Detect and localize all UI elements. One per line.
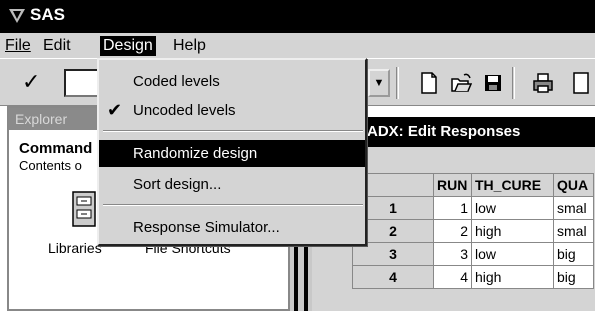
menu-item-response-simulator[interactable]: Response Simulator... — [99, 214, 365, 241]
menu-file[interactable]: File — [2, 36, 34, 56]
print-icon[interactable] — [532, 71, 554, 95]
menu-file-label: File — [5, 37, 31, 54]
th-cure-cell[interactable]: low — [471, 196, 554, 220]
menu-bar: File Edit Design Help — [0, 33, 595, 58]
open-folder-icon[interactable] — [450, 71, 472, 95]
checkmark-icon[interactable]: ✓ — [22, 69, 40, 95]
window-title: SAS — [30, 5, 65, 24]
qua-cell[interactable]: big — [553, 265, 594, 289]
menu-separator — [103, 130, 363, 132]
menu-edit[interactable]: Edit — [40, 36, 74, 56]
menu-item-label: Response Simulator... — [133, 219, 280, 236]
title-bar: SAS — [0, 0, 595, 33]
qua-cell[interactable]: big — [553, 242, 594, 266]
checkmark-icon: ✔ — [107, 100, 123, 120]
toolbar-separator — [512, 67, 515, 99]
column-header-th-cure[interactable]: TH_CURE — [471, 173, 554, 197]
menu-item-randomize-design[interactable]: Randomize design — [99, 140, 365, 167]
run-cell[interactable]: 1 — [433, 196, 472, 220]
th-cure-cell[interactable]: low — [471, 242, 554, 266]
libraries-label[interactable]: Libraries — [48, 240, 102, 256]
table-row: 1 1 low smal — [352, 196, 594, 220]
design-dropdown-menu: Coded levels ✔ Uncoded levels Randomize … — [97, 58, 367, 246]
menu-item-label: Randomize design — [133, 145, 258, 162]
menu-help-label: Help — [173, 37, 206, 54]
run-cell[interactable]: 2 — [433, 219, 472, 243]
document-icon[interactable] — [570, 71, 592, 95]
new-document-icon[interactable] — [418, 71, 440, 95]
table-row: 4 4 high big — [352, 265, 594, 289]
combo-dropdown-icon[interactable]: ▼ — [368, 69, 390, 97]
menu-design-label: Design — [103, 37, 153, 54]
column-header-run[interactable]: RUN — [433, 173, 472, 197]
th-cure-cell[interactable]: high — [471, 219, 554, 243]
table-row: 2 2 high smal — [352, 219, 594, 243]
menu-item-label: Uncoded levels — [133, 102, 236, 119]
responses-table: RUN TH_CURE QUA 1 1 low smal 2 2 high sm… — [352, 173, 594, 289]
run-cell[interactable]: 3 — [433, 242, 472, 266]
table-header-row: RUN TH_CURE QUA — [352, 173, 594, 197]
table-row: 3 3 low big — [352, 242, 594, 266]
command-input[interactable] — [64, 69, 100, 97]
sas-logo-icon — [9, 9, 25, 23]
toolbar-separator — [396, 67, 399, 99]
qua-cell[interactable]: smal — [553, 196, 594, 220]
save-icon[interactable] — [482, 71, 504, 95]
menu-item-label: Sort design... — [133, 176, 222, 193]
run-cell[interactable]: 4 — [433, 265, 472, 289]
explorer-heading: Command — [19, 140, 93, 157]
menu-item-uncoded-levels[interactable]: ✔ Uncoded levels — [99, 97, 365, 124]
explorer-subtitle: Contents o — [19, 158, 82, 173]
menu-item-label: Coded levels — [133, 73, 220, 90]
menu-help[interactable]: Help — [170, 36, 209, 56]
qua-cell[interactable]: smal — [553, 219, 594, 243]
th-cure-cell[interactable]: high — [471, 265, 554, 289]
row-header[interactable]: 4 — [352, 265, 434, 289]
menu-design[interactable]: Design — [100, 36, 156, 56]
column-header-qua[interactable]: QUA — [553, 173, 594, 197]
menu-edit-label: Edit — [43, 37, 71, 54]
menu-item-coded-levels[interactable]: Coded levels — [99, 68, 365, 95]
library-cabinet-icon[interactable] — [71, 190, 99, 230]
menu-separator — [103, 204, 363, 206]
menu-item-sort-design[interactable]: Sort design... — [99, 171, 365, 198]
